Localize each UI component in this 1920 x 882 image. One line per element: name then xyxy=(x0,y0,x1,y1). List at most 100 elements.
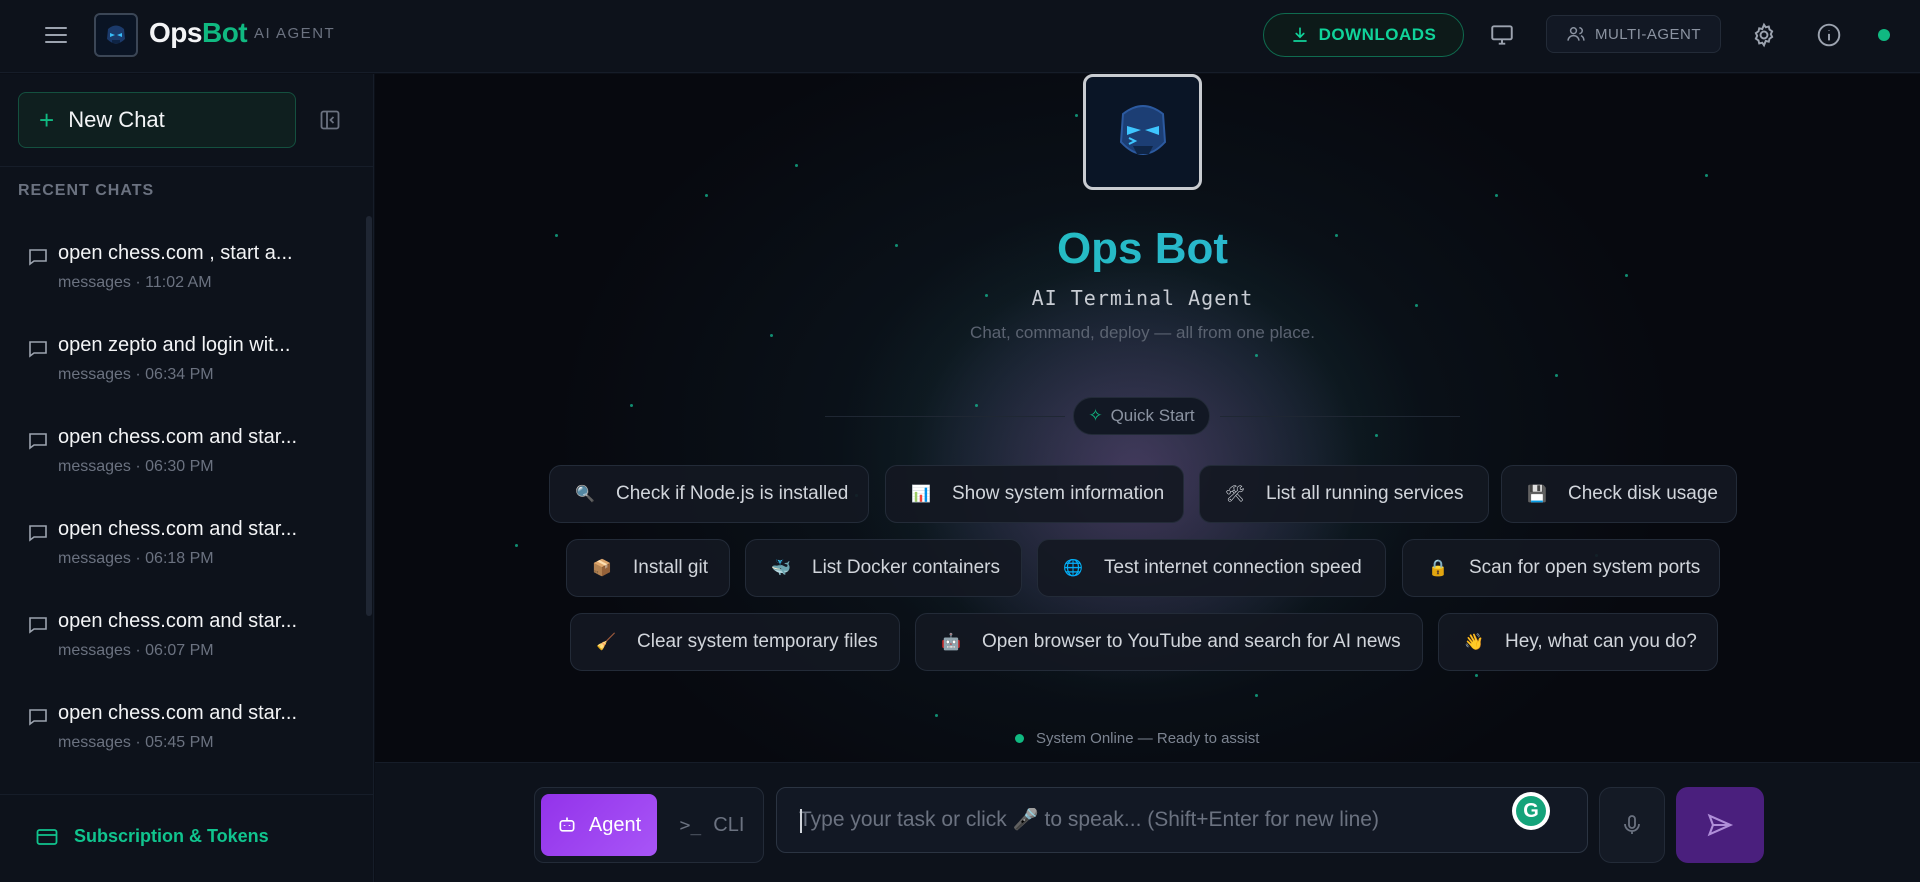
quick-action-chip[interactable]: 🔍 Check if Node.js is installed xyxy=(549,465,869,523)
divider xyxy=(825,416,1065,417)
text-caret xyxy=(800,809,802,833)
new-chat-button[interactable]: + New Chat xyxy=(18,92,296,148)
mode-cli-button[interactable]: >_ CLI xyxy=(665,794,759,856)
send-button[interactable] xyxy=(1676,787,1764,863)
chip-label: Test internet connection speed xyxy=(1104,557,1362,578)
task-input-container: G xyxy=(776,787,1588,853)
divider xyxy=(1220,416,1460,417)
chat-meta: messages · 05:45 PM xyxy=(58,734,214,751)
multi-agent-button[interactable]: MULTI-AGENT xyxy=(1546,15,1721,53)
quick-action-chip[interactable]: 🛠 List all running services xyxy=(1199,465,1489,523)
chat-list-item[interactable]: open chess.com and star... messages · 05… xyxy=(28,694,328,774)
quick-action-chip[interactable]: 💾 Check disk usage xyxy=(1501,465,1737,523)
chat-list-item[interactable]: open chess.com and star... messages · 06… xyxy=(28,418,328,498)
divider xyxy=(0,166,373,167)
app-logo xyxy=(94,13,138,57)
chip-label: Hey, what can you do? xyxy=(1505,631,1697,652)
chat-title: open chess.com and star... xyxy=(58,610,298,632)
terminal-icon: >_ xyxy=(679,814,702,836)
chat-title: open zepto and login wit... xyxy=(58,334,291,356)
brand-name: OpsBot xyxy=(149,17,248,48)
chat-list-item[interactable]: open chess.com and star... messages · 06… xyxy=(28,510,328,590)
bot-avatar xyxy=(1083,74,1202,190)
downloads-button[interactable]: DOWNLOADS xyxy=(1263,13,1464,57)
chat-bubble-icon xyxy=(29,249,47,266)
lock-icon: 🔒 xyxy=(1428,560,1448,577)
chip-label: List all running services xyxy=(1266,483,1464,504)
chat-title: open chess.com and star... xyxy=(58,518,298,540)
globe-icon: 🌐 xyxy=(1063,560,1083,577)
chat-meta: messages · 06:07 PM xyxy=(58,642,214,659)
chat-bubble-icon xyxy=(29,433,47,450)
credit-card-icon xyxy=(36,828,58,845)
chip-label: Scan for open system ports xyxy=(1469,557,1701,578)
collapse-sidebar-icon[interactable] xyxy=(318,108,344,134)
quick-action-chip[interactable]: 🔒 Scan for open system ports xyxy=(1402,539,1720,597)
mode-switch: Agent >_ CLI xyxy=(534,787,764,863)
divider xyxy=(0,794,373,795)
docker-whale-icon: 🐳 xyxy=(771,560,791,577)
subscription-label: Subscription & Tokens xyxy=(74,826,269,846)
chat-meta: messages · 11:02 AM xyxy=(58,274,212,291)
chat-list-item[interactable]: open chess.com , start a... messages · 1… xyxy=(28,234,328,314)
gear-icon[interactable] xyxy=(1749,20,1779,50)
sidebar-scrollbar[interactable] xyxy=(366,216,372,616)
chat-meta: messages · 06:18 PM xyxy=(58,550,214,567)
quick-action-chip[interactable]: 📦 Install git xyxy=(566,539,730,597)
floppy-disk-icon: 💾 xyxy=(1527,486,1547,503)
new-chat-label: New Chat xyxy=(68,107,165,132)
quick-action-chip[interactable]: 📊 Show system information xyxy=(885,465,1184,523)
sidebar: + New Chat RECENT CHATS open chess.com ,… xyxy=(0,74,374,882)
chat-list-item[interactable]: open zepto and login wit... messages · 0… xyxy=(28,326,328,406)
hero-description: Chat, command, deploy — all from one pla… xyxy=(970,323,1315,342)
package-icon: 📦 xyxy=(592,560,612,577)
chat-title: open chess.com and star... xyxy=(58,426,298,448)
recent-chats-heading: RECENT CHATS xyxy=(18,182,155,199)
main-area: Ops Bot AI Terminal Agent Chat, command,… xyxy=(375,74,1920,762)
bar-chart-icon: 📊 xyxy=(911,486,931,503)
composer-bar: Agent >_ CLI G xyxy=(375,762,1920,882)
chat-title: open chess.com , start a... xyxy=(58,242,293,264)
microphone-button[interactable] xyxy=(1599,787,1665,863)
chat-list-item[interactable]: open chess.com and star... messages · 06… xyxy=(28,602,328,682)
plus-icon: + xyxy=(39,104,55,135)
hero-title: Ops Bot xyxy=(375,224,1910,274)
chip-label: Show system information xyxy=(952,483,1165,504)
robot-icon xyxy=(559,817,575,832)
monitor-icon[interactable] xyxy=(1487,20,1517,50)
download-icon xyxy=(1292,27,1307,42)
grammarly-icon[interactable]: G xyxy=(1512,792,1550,830)
chip-label: Check if Node.js is installed xyxy=(616,483,849,504)
chip-label: Open browser to YouTube and search for A… xyxy=(982,631,1401,652)
chat-bubble-icon xyxy=(29,709,47,726)
multi-agent-label: MULTI-AGENT xyxy=(1594,25,1702,43)
microphone-icon xyxy=(1624,815,1640,834)
chip-label: Clear system temporary files xyxy=(637,631,878,652)
quick-action-chip[interactable]: 🐳 List Docker containers xyxy=(745,539,1022,597)
chip-label: Check disk usage xyxy=(1568,483,1718,504)
waving-hand-icon: 👋 xyxy=(1464,634,1484,651)
quick-action-chip[interactable]: 🧹 Clear system temporary files xyxy=(570,613,900,671)
task-input[interactable] xyxy=(799,788,1519,852)
quick-action-chip[interactable]: 🌐 Test internet connection speed xyxy=(1037,539,1386,597)
brand-tagline: AI AGENT xyxy=(254,25,336,42)
users-icon xyxy=(1567,27,1585,41)
quick-action-chip[interactable]: 👋 Hey, what can you do? xyxy=(1438,613,1718,671)
downloads-label: DOWNLOADS xyxy=(1318,25,1437,44)
quick-action-chip[interactable]: 🤖 Open browser to YouTube and search for… xyxy=(915,613,1423,671)
sparkle-icon: ✧ xyxy=(1088,406,1103,425)
tools-icon: 🛠 xyxy=(1224,486,1246,503)
chat-meta: messages · 06:34 PM xyxy=(58,366,214,383)
mode-agent-button[interactable]: Agent xyxy=(541,794,657,856)
chat-title: open chess.com and star... xyxy=(58,702,298,724)
menu-icon[interactable] xyxy=(40,22,72,50)
send-icon xyxy=(1707,813,1734,837)
subscription-tokens-link[interactable]: Subscription & Tokens xyxy=(36,826,269,847)
info-icon[interactable] xyxy=(1814,20,1844,50)
system-status: System Online — Ready to assist xyxy=(1015,730,1259,747)
chat-meta: messages · 06:30 PM xyxy=(58,458,214,475)
top-bar: OpsBot AI AGENT DOWNLOADS MULTI-AGENT xyxy=(0,0,1920,73)
chat-bubble-icon xyxy=(29,617,47,634)
robot-icon: 🤖 xyxy=(941,634,961,651)
mode-agent-label: Agent xyxy=(588,813,642,836)
